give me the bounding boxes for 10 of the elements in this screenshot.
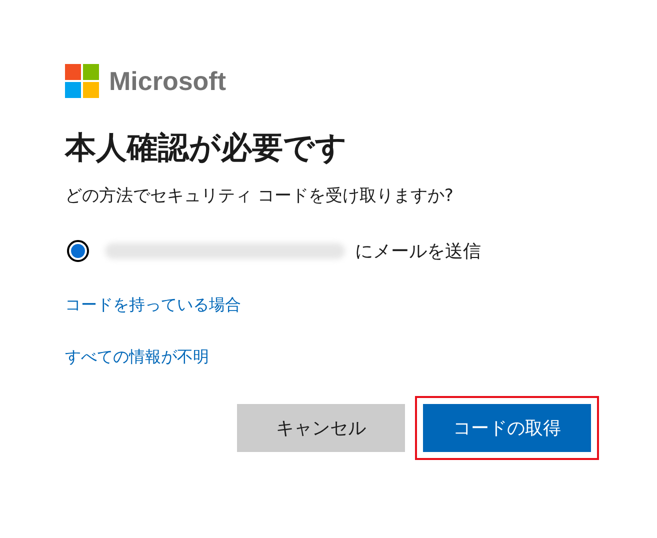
page-title: 本人確認が必要です [65,129,348,168]
link[interactable]: すべての情報が不明 [65,346,209,368]
option-label[interactable]: にメールを送信 [355,239,481,263]
link[interactable]: コードを持っている場合 [65,294,241,316]
radio-button[interactable] [67,240,89,262]
brand-name: Microsoft [109,66,226,96]
get-code-button[interactable]: コードの取得 [423,404,591,452]
cancel-button[interactable]: キャンセル [237,404,405,452]
question-text: どの方法でセキュリティ コードを受け取りますか? [65,185,454,208]
logo-icon [65,64,99,98]
